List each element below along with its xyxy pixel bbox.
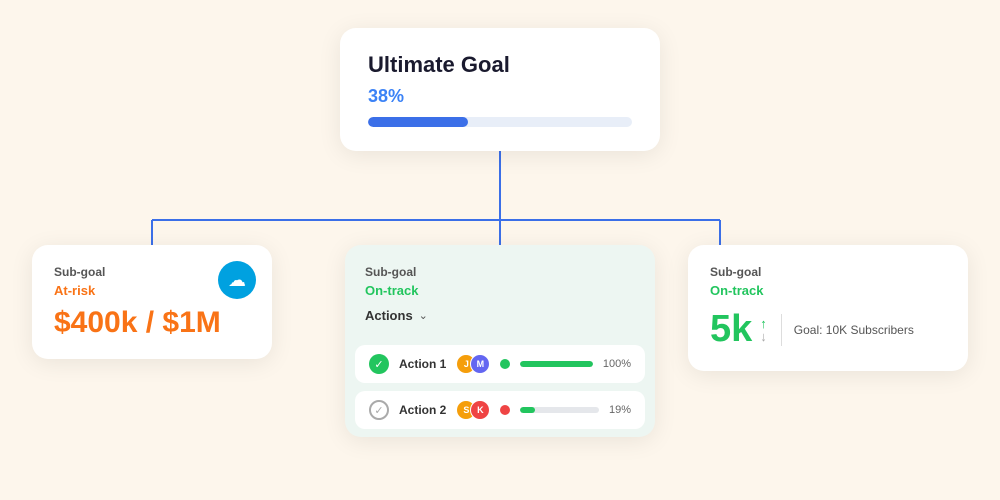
subgoal-right-value-row: 5k ↑ ↓ Goal: 10K Subscribers bbox=[710, 308, 946, 351]
ultimate-goal-progress-fill bbox=[368, 117, 468, 127]
pct-label-1: 100% bbox=[603, 358, 631, 370]
arrow-indicators: ↑ ↓ bbox=[760, 317, 767, 343]
mini-progress-fill-2 bbox=[520, 407, 535, 413]
cloud-icon: ☁ bbox=[228, 271, 246, 289]
avatar-2b: K bbox=[470, 400, 490, 420]
arrow-down-icon: ↓ bbox=[760, 330, 767, 343]
subgoal-center-header: Sub-goal On-track Actions ⌄ bbox=[345, 265, 655, 345]
subgoal-center-label: Sub-goal bbox=[365, 265, 635, 279]
vertical-divider bbox=[781, 314, 782, 346]
subgoal-right-value: 5k bbox=[710, 308, 752, 351]
mini-progress-track-1 bbox=[520, 361, 593, 367]
subgoal-center-card: Sub-goal On-track Actions ⌄ ✓ Action 1 J… bbox=[345, 245, 655, 437]
subgoal-right-label: Sub-goal bbox=[710, 265, 946, 279]
dot-green-1 bbox=[500, 359, 510, 369]
actions-label: Actions bbox=[365, 308, 413, 323]
mini-progress-track-2 bbox=[520, 407, 599, 413]
subgoal-left-value: $400k / $1M bbox=[54, 306, 250, 339]
subgoal-left-card: ☁ Sub-goal At-risk $400k / $1M bbox=[32, 245, 272, 359]
ultimate-goal-card: Ultimate Goal 38% bbox=[340, 28, 660, 151]
action-item-2: ✓ Action 2 S K 19% bbox=[355, 391, 645, 429]
action-1-name: Action 1 bbox=[399, 357, 446, 371]
subgoal-right-goal: Goal: 10K Subscribers bbox=[794, 323, 914, 337]
chevron-down-icon[interactable]: ⌄ bbox=[419, 309, 428, 322]
ultimate-goal-title: Ultimate Goal bbox=[368, 52, 632, 78]
subgoal-right-card: Sub-goal On-track 5k ↑ ↓ Goal: 10K Subsc… bbox=[688, 245, 968, 371]
avatar-group-1: J M bbox=[456, 354, 490, 374]
check-circle-2: ✓ bbox=[369, 400, 389, 420]
subgoal-right-status: On-track bbox=[710, 283, 946, 298]
subgoal-center-status: On-track bbox=[365, 283, 635, 298]
scene: Ultimate Goal 38% ☁ Sub-goal At-risk $40… bbox=[0, 0, 1000, 500]
check-circle-1: ✓ bbox=[369, 354, 389, 374]
actions-row: Actions ⌄ bbox=[365, 308, 635, 323]
mini-progress-fill-1 bbox=[520, 361, 593, 367]
check-mark-2: ✓ bbox=[374, 404, 383, 417]
avatar-group-2: S K bbox=[456, 400, 490, 420]
action-item-1: ✓ Action 1 J M 100% bbox=[355, 345, 645, 383]
ultimate-goal-progress-track bbox=[368, 117, 632, 127]
arrow-up-icon: ↑ bbox=[760, 317, 767, 330]
ultimate-goal-percent: 38% bbox=[368, 86, 632, 107]
pct-label-2: 19% bbox=[609, 404, 631, 416]
check-mark-1: ✓ bbox=[374, 358, 383, 371]
dot-red-2 bbox=[500, 405, 510, 415]
salesforce-logo: ☁ bbox=[218, 261, 256, 299]
action-2-name: Action 2 bbox=[399, 403, 446, 417]
avatar-1b: M bbox=[470, 354, 490, 374]
